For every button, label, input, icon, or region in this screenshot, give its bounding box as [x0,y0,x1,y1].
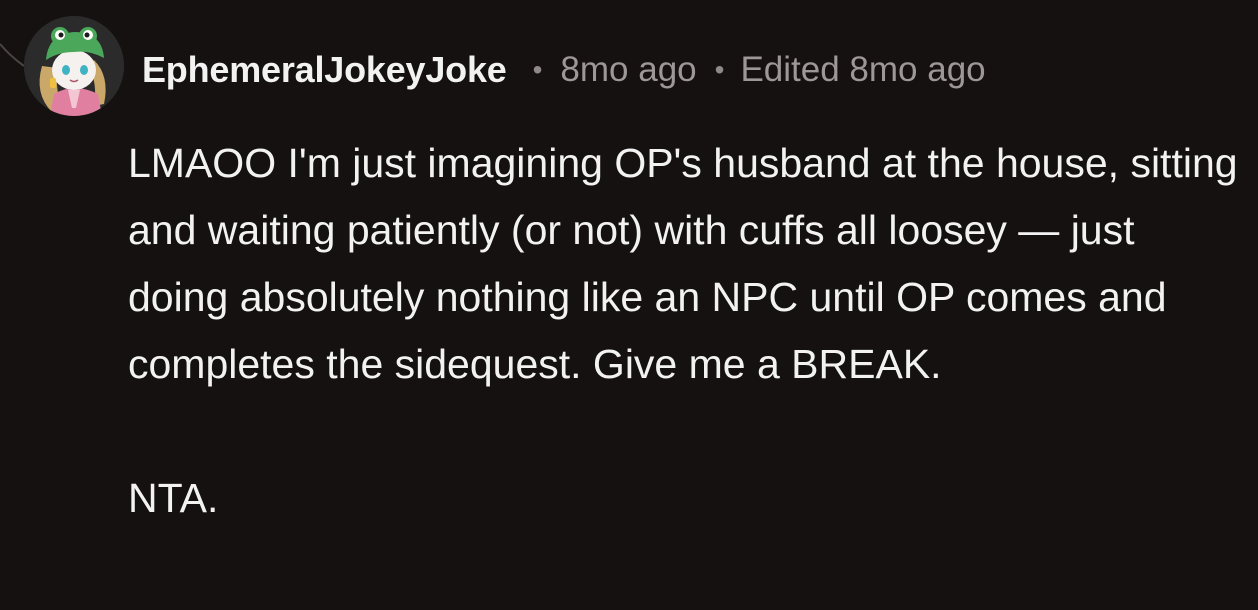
comment-body: LMAOO I'm just imagining OP's husband at… [128,130,1243,532]
username-link[interactable]: EphemeralJokeyJoke [142,49,507,91]
comment-header: EphemeralJokeyJoke • 8mo ago • Edited 8m… [142,46,986,94]
comment-timestamp[interactable]: 8mo ago [560,50,696,90]
comment-paragraph: LMAOO I'm just imagining OP's husband at… [128,140,1238,387]
comment-paragraph: NTA. [128,475,219,521]
separator-dot: • [532,54,543,85]
frog-hat-character-avatar-icon [24,16,124,116]
separator-dot: • [714,54,725,85]
edited-label: Edited 8mo ago [740,50,986,89]
user-avatar[interactable] [24,16,124,116]
